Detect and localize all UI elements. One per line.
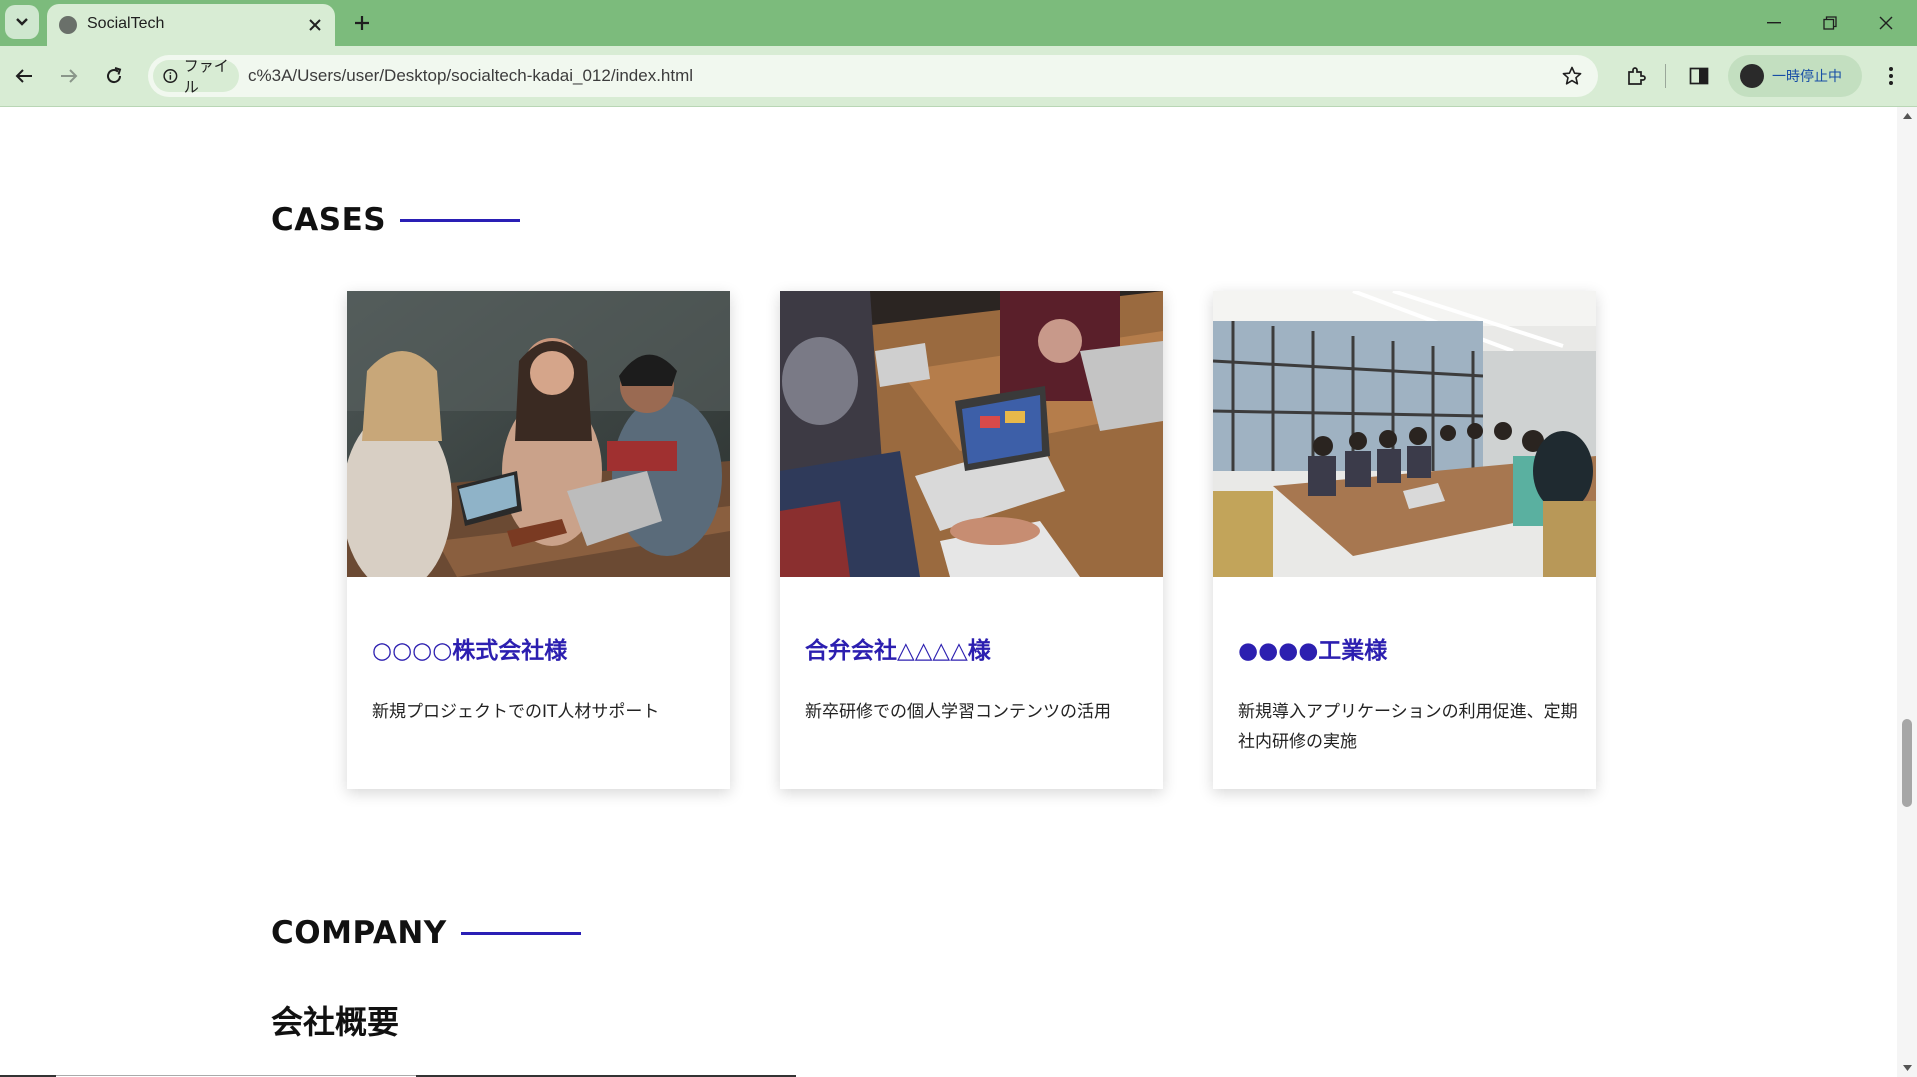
cases-heading: CASES: [271, 202, 387, 238]
site-chip-label: ファイル: [183, 57, 229, 96]
page-viewport: CASES ○○○○株式会社様 新規プロジェクトでのIT人材サポート 合弁会社△…: [0, 107, 1897, 1077]
case-title: ●●●●工業様: [1238, 638, 1388, 664]
globe-icon: [59, 16, 77, 34]
case-photo-conference-room: [1213, 291, 1596, 577]
heading-accent-line: [400, 218, 521, 222]
toolbar-divider: [1665, 64, 1666, 88]
case-title: ○○○○株式会社様: [372, 638, 568, 664]
case-description: 新規プロジェクトでのIT人材サポート: [372, 702, 660, 722]
case-photo-meeting-laptops: [780, 291, 1163, 577]
browser-tab-bar: SocialTech: [0, 0, 1917, 46]
site-info-chip[interactable]: ファイル: [153, 57, 239, 96]
forward-arrow-icon[interactable]: [52, 59, 86, 93]
back-arrow-icon[interactable]: [7, 59, 41, 93]
tab-title: SocialTech: [87, 15, 165, 32]
info-icon: [163, 69, 178, 83]
active-tab[interactable]: SocialTech: [47, 4, 335, 46]
scroll-up-arrow-icon[interactable]: [1897, 107, 1917, 125]
company-overview-heading: 会社概要: [271, 1003, 400, 1041]
browser-toolbar: ファイル c%3A/Users/user/Desktop/socialtech-…: [0, 46, 1917, 107]
case-card[interactable]: ○○○○株式会社様 新規プロジェクトでのIT人材サポート: [347, 291, 730, 789]
case-description: 新規導入アプリケーションの利用促進、定期社内研修の実施: [1238, 702, 1578, 752]
company-heading: COMPANY: [271, 915, 447, 951]
side-panel-icon[interactable]: [1682, 59, 1716, 93]
close-icon[interactable]: [305, 15, 325, 35]
address-bar[interactable]: ファイル c%3A/Users/user/Desktop/socialtech-…: [148, 55, 1598, 97]
case-photo-coworking: [347, 291, 730, 577]
company-heading-group: COMPANY: [271, 915, 581, 951]
restore-icon[interactable]: [1810, 8, 1850, 38]
case-card[interactable]: 合弁会社△△△△様 新卒研修での個人学習コンテンツの活用: [780, 291, 1163, 789]
avatar: [1740, 64, 1764, 88]
case-card-list: ○○○○株式会社様 新規プロジェクトでのIT人材サポート 合弁会社△△△△様 新…: [347, 291, 1596, 789]
case-card[interactable]: ●●●●工業様 新規導入アプリケーションの利用促進、定期社内研修の実施: [1213, 291, 1596, 789]
new-tab-plus-icon[interactable]: [348, 9, 376, 37]
tab-search-chevron-down-icon[interactable]: [5, 5, 39, 39]
case-description: 新卒研修での個人学習コンテンツの活用: [805, 702, 1111, 722]
more-vertical-icon[interactable]: [1874, 59, 1908, 93]
extensions-puzzle-icon[interactable]: [1619, 59, 1653, 93]
scrollbar-thumb[interactable]: [1902, 719, 1912, 807]
reload-icon[interactable]: [97, 59, 131, 93]
profile-button[interactable]: 一時停止中: [1728, 55, 1862, 97]
scroll-down-arrow-icon[interactable]: [1897, 1059, 1917, 1077]
url-text[interactable]: c%3A/Users/user/Desktop/socialtech-kadai…: [248, 66, 693, 86]
page-divider: [56, 1075, 416, 1076]
case-title: 合弁会社△△△△様: [805, 638, 991, 664]
minimize-icon[interactable]: [1754, 8, 1794, 38]
profile-status-label: 一時停止中: [1772, 69, 1842, 85]
window-close-icon[interactable]: [1866, 8, 1906, 38]
heading-accent-line: [460, 931, 581, 935]
bookmark-star-icon[interactable]: [1560, 64, 1584, 88]
cases-heading-group: CASES: [271, 202, 521, 238]
page-scrollbar[interactable]: [1897, 107, 1917, 1077]
